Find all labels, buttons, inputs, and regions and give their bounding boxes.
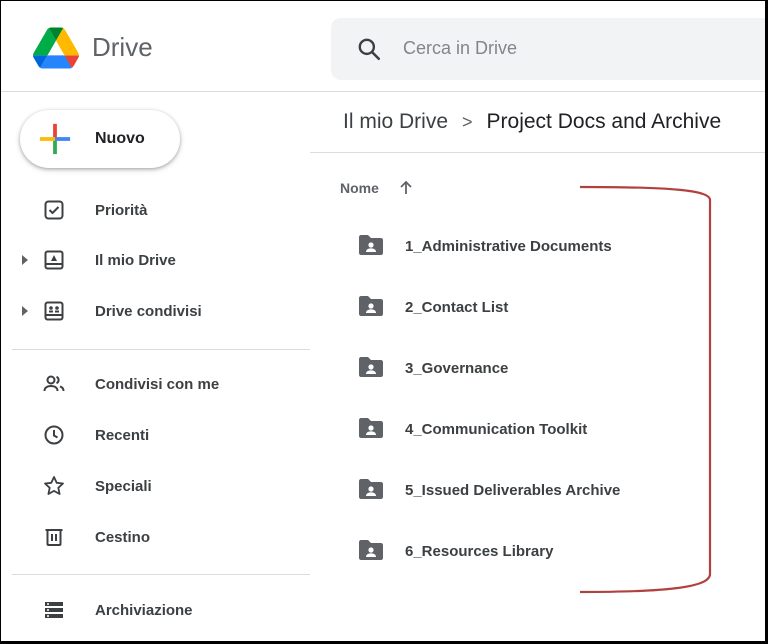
search-input[interactable]: Cerca in Drive — [403, 38, 517, 59]
folder-name: 6_Resources Library — [405, 543, 554, 560]
priority-check-icon — [44, 200, 64, 220]
sidebar-item-recent[interactable]: Recenti — [0, 415, 310, 455]
shared-folder-icon — [359, 479, 383, 499]
expand-caret-icon[interactable] — [22, 255, 28, 265]
plus-icon — [39, 123, 71, 155]
column-header-name[interactable]: Nome — [340, 180, 379, 196]
annotation-bracket — [579, 185, 712, 594]
new-button-label: Nuovo — [95, 130, 145, 147]
folder-name: 2_Contact List — [405, 299, 509, 316]
header-divider — [310, 152, 768, 153]
search-icon[interactable] — [356, 36, 382, 62]
sidebar-divider — [12, 574, 310, 575]
sort-ascending-arrow-icon[interactable] — [398, 180, 414, 196]
search-bar[interactable]: Cerca in Drive — [331, 18, 768, 80]
sidebar-item-label: Cestino — [95, 529, 151, 546]
sidebar-item-label: Il mio Drive — [95, 252, 176, 269]
breadcrumb-root[interactable]: Il mio Drive — [343, 110, 448, 133]
sidebar-item-label: Drive condivisi — [95, 303, 202, 320]
sidebar-item-my-drive[interactable]: Il mio Drive — [0, 240, 310, 280]
sidebar-item-priority[interactable]: Priorità — [0, 190, 310, 230]
storage-icon — [45, 602, 63, 618]
expand-caret-icon[interactable] — [22, 306, 28, 316]
sidebar-divider — [12, 349, 310, 350]
folder-name: 3_Governance — [405, 360, 509, 377]
new-button[interactable]: Nuovo — [20, 110, 180, 168]
shared-folder-icon — [359, 418, 383, 438]
drive-brand-title: Drive — [92, 32, 153, 62]
breadcrumb: Il mio Drive > Project Docs and Archive — [343, 110, 721, 134]
trash-icon — [45, 529, 63, 546]
sidebar-item-label: Priorità — [95, 202, 148, 219]
shared-folder-icon — [359, 357, 383, 377]
sidebar-item-label: Recenti — [95, 427, 150, 444]
shared-folder-icon — [359, 235, 383, 255]
sidebar-item-storage[interactable]: Archiviazione — [0, 590, 310, 630]
sidebar-item-label: Condivisi con me — [95, 376, 220, 393]
sidebar-item-label: Archiviazione — [95, 602, 193, 619]
breadcrumb-current[interactable]: Project Docs and Archive — [487, 110, 722, 133]
sidebar-item-shared-with-me[interactable]: Condivisi con me — [0, 364, 310, 404]
drive-logo-icon[interactable] — [33, 25, 79, 71]
shared-with-me-icon — [43, 375, 65, 392]
sidebar-item-starred[interactable]: Speciali — [0, 466, 310, 506]
sidebar-item-trash[interactable]: Cestino — [0, 517, 310, 557]
my-drive-icon — [44, 250, 64, 270]
sidebar-item-shared-drives[interactable]: Drive condivisi — [0, 291, 310, 331]
sidebar-item-label: Speciali — [95, 478, 152, 495]
shared-drives-icon — [44, 301, 64, 321]
star-icon — [44, 476, 64, 495]
top-header: Drive Cerca in Drive — [0, 0, 768, 92]
shared-folder-icon — [359, 540, 383, 560]
shared-folder-icon — [359, 296, 383, 316]
breadcrumb-separator: > — [462, 112, 473, 132]
clock-icon — [44, 425, 64, 445]
